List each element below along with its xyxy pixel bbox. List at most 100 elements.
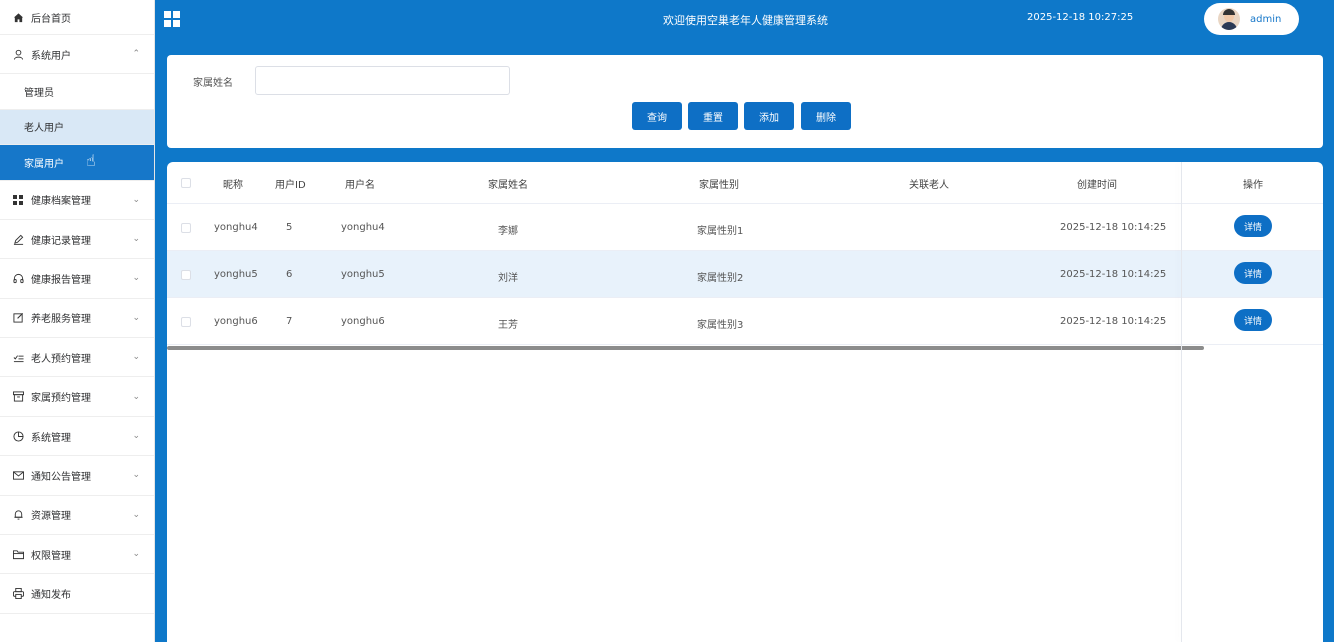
sidebar-item-label: 权限管理	[31, 550, 71, 562]
sidebar-item-notice-publish[interactable]: 通知发布	[0, 574, 154, 614]
sidebar-item-health-report[interactable]: 健康报告管理 ⌄	[0, 259, 154, 299]
family-name-label: 家属姓名	[193, 78, 233, 89]
row-checkbox[interactable]	[181, 270, 191, 280]
table-row[interactable]: yonghu5 6 yonghu5 刘洋 家属性别2 2025-12-18 10…	[167, 251, 1323, 298]
cell-username: yonghu6	[341, 316, 385, 327]
cell-created: 2025-12-18 10:14:25	[1060, 222, 1167, 233]
add-button[interactable]: 添加	[744, 102, 794, 130]
cell-nickname: yonghu6	[214, 316, 258, 327]
headphones-icon	[12, 272, 24, 284]
sidebar-subitem-label: 家属用户	[24, 158, 64, 170]
table-row[interactable]: yonghu4 5 yonghu4 李娜 家属性别1 2025-12-18 10…	[167, 204, 1323, 251]
sidebar-item-label: 资源管理	[31, 511, 71, 523]
menu-toggle-icon[interactable]	[164, 11, 180, 27]
grid-icon	[12, 194, 24, 206]
cell-family-name: 刘洋	[498, 273, 518, 284]
chevron-down-icon: ⌄	[132, 273, 140, 284]
column-header: 创建时间	[1077, 180, 1117, 191]
chevron-down-icon: ⌄	[132, 312, 140, 323]
column-header: 家属性别	[699, 180, 739, 191]
sidebar-item-label: 健康报告管理	[31, 274, 91, 286]
printer-icon	[12, 588, 24, 600]
page-title: 欢迎使用空巢老年人健康管理系统	[663, 14, 828, 27]
sidebar-item-label: 后台首页	[31, 13, 71, 25]
sidebar-item-label: 健康记录管理	[31, 235, 91, 247]
sidebar-item-label: 系统管理	[31, 432, 71, 444]
bell-icon	[12, 509, 24, 521]
chevron-down-icon: ⌄	[132, 352, 140, 363]
data-table: 昵称 用户ID 用户名 家属姓名 家属性别 关联老人 创建时间 操作 yongh…	[167, 162, 1323, 642]
table-row[interactable]: yonghu6 7 yonghu6 王芳 家属性别3 2025-12-18 10…	[167, 298, 1323, 345]
sidebar-item-label: 家属预约管理	[31, 393, 91, 405]
column-header: 操作	[1243, 180, 1263, 191]
cell-username: yonghu5	[341, 269, 385, 280]
sidebar-item-elder-service[interactable]: 养老服务管理 ⌄	[0, 299, 154, 339]
horizontal-scrollbar[interactable]	[167, 346, 1204, 350]
row-checkbox[interactable]	[181, 223, 191, 233]
cell-nickname: yonghu5	[214, 269, 258, 280]
pen-icon	[12, 233, 24, 245]
sidebar-item-family-booking[interactable]: 家属预约管理 ⌄	[0, 377, 154, 417]
sidebar: 后台首页 系统用户 ⌃ 管理员 老人用户 家属用户 ☝ 健康档案管理 ⌄ 健康记…	[0, 0, 155, 642]
username: admin	[1250, 13, 1282, 25]
family-name-input[interactable]	[255, 66, 510, 95]
sidebar-item-home[interactable]: 后台首页	[0, 0, 154, 35]
sidebar-item-label: 老人预约管理	[31, 353, 91, 365]
detail-button[interactable]: 详情	[1234, 309, 1272, 331]
sidebar-item-resource-manage[interactable]: 资源管理 ⌄	[0, 496, 154, 536]
cell-gender: 家属性别3	[697, 320, 744, 331]
cell-family-name: 李娜	[498, 226, 518, 237]
table-header: 昵称 用户ID 用户名 家属姓名 家属性别 关联老人 创建时间 操作	[167, 162, 1323, 204]
mail-icon	[12, 469, 24, 481]
sidebar-item-label: 通知公告管理	[31, 471, 91, 483]
row-checkbox[interactable]	[181, 317, 191, 327]
sidebar-subitem-family-users[interactable]: 家属用户 ☝	[0, 145, 154, 181]
delete-button[interactable]: 删除	[801, 102, 851, 130]
chevron-down-icon: ⌄	[132, 391, 140, 402]
user-menu[interactable]: admin	[1204, 3, 1299, 35]
cell-created: 2025-12-18 10:14:25	[1060, 316, 1167, 327]
chevron-down-icon: ⌄	[132, 194, 140, 205]
select-all-checkbox[interactable]	[181, 178, 191, 188]
column-header: 家属姓名	[488, 180, 528, 191]
hand-cursor-icon: ☝	[86, 151, 96, 170]
folder-icon	[12, 548, 24, 560]
sidebar-subitem-label: 老人用户	[24, 123, 64, 135]
column-header: 用户ID	[275, 180, 306, 191]
cell-created: 2025-12-18 10:14:25	[1060, 269, 1167, 280]
detail-button[interactable]: 详情	[1234, 215, 1272, 237]
chevron-down-icon: ⌄	[132, 234, 140, 245]
sidebar-item-permission-manage[interactable]: 权限管理 ⌄	[0, 535, 154, 575]
cell-gender: 家属性别2	[697, 273, 744, 284]
current-datetime: 2025-12-18 10:27:25	[1027, 12, 1134, 23]
search-panel: 家属姓名 查询 重置 添加 删除	[167, 55, 1323, 148]
reset-button[interactable]: 重置	[688, 102, 738, 130]
pie-icon	[12, 430, 24, 442]
sidebar-item-health-record[interactable]: 健康记录管理 ⌄	[0, 220, 154, 260]
top-header: 欢迎使用空巢老年人健康管理系统 2025-12-18 10:27:25 admi…	[155, 0, 1334, 40]
cell-id: 6	[286, 269, 293, 280]
sidebar-item-label: 养老服务管理	[31, 314, 91, 326]
sidebar-item-system-manage[interactable]: 系统管理 ⌄	[0, 417, 154, 457]
query-button[interactable]: 查询	[632, 102, 682, 130]
box-icon	[12, 391, 24, 403]
sidebar-item-system-users[interactable]: 系统用户 ⌃	[0, 35, 154, 74]
sidebar-item-elder-booking[interactable]: 老人预约管理 ⌄	[0, 338, 154, 378]
cell-gender: 家属性别1	[697, 226, 744, 237]
fixed-column-divider	[1181, 162, 1182, 642]
chevron-up-icon: ⌃	[132, 49, 140, 59]
detail-button[interactable]: 详情	[1234, 262, 1272, 284]
edit-icon	[12, 312, 24, 324]
chevron-down-icon: ⌄	[132, 431, 140, 442]
sidebar-subitem-elder-users[interactable]: 老人用户	[0, 109, 154, 145]
sidebar-item-label: 通知发布	[31, 590, 71, 602]
list-check-icon	[12, 351, 24, 363]
sidebar-item-health-archive[interactable]: 健康档案管理 ⌄	[0, 181, 154, 220]
chevron-down-icon: ⌄	[132, 549, 140, 560]
sidebar-subitem-admin[interactable]: 管理员	[0, 74, 154, 110]
cell-id: 5	[286, 222, 293, 233]
sidebar-subitem-label: 管理员	[24, 87, 54, 99]
column-header: 昵称	[223, 180, 243, 191]
sidebar-item-notice-manage[interactable]: 通知公告管理 ⌄	[0, 456, 154, 496]
avatar	[1218, 8, 1240, 30]
